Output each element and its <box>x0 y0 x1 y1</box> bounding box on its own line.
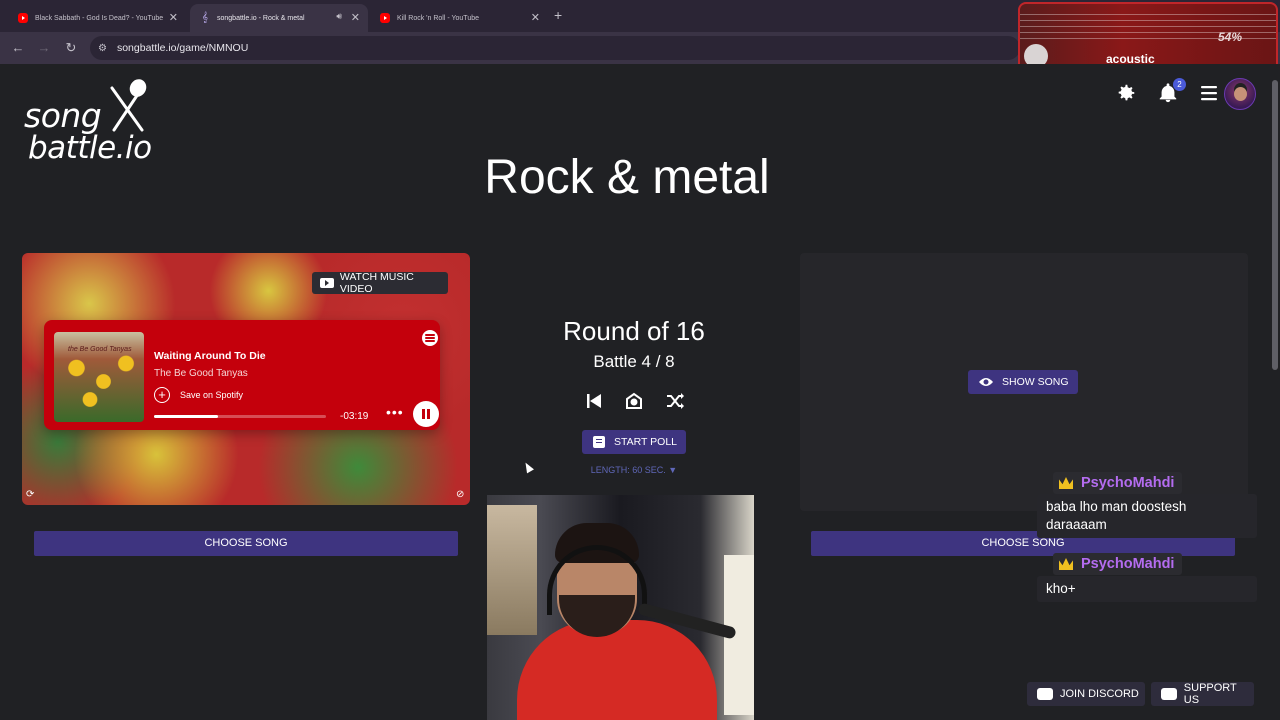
choose-song-left-button[interactable]: CHOOSE SONG <box>34 531 458 556</box>
time-remaining: -03:19 <box>340 411 369 422</box>
close-icon[interactable]: ✕ <box>351 11 360 24</box>
reload-icon[interactable]: ↻ <box>63 40 79 56</box>
songbattle-icon: 𝄞 <box>202 12 208 23</box>
more-options-icon[interactable]: ••• <box>386 404 404 420</box>
stream-overlay: 54% acoustic <box>1018 2 1278 72</box>
url-text: songbattle.io/game/NMNOU <box>116 42 249 54</box>
speaker-icon[interactable]: 🔊︎ <box>336 11 342 22</box>
chat-username: PsychoMahdi <box>1053 553 1183 575</box>
show-song-label: SHOW SONG <box>1002 376 1069 388</box>
track-title[interactable]: Waiting Around To Die <box>154 350 266 362</box>
crown-icon <box>1059 558 1073 570</box>
poll-label: START POLL <box>614 436 678 448</box>
support-us-button[interactable]: SUPPORT US <box>1151 682 1254 706</box>
show-song-button[interactable]: SHOW SONG <box>968 370 1078 394</box>
overlay-percent: 54% <box>1217 30 1242 44</box>
tab-title: Black Sabbath - God Is Dead? - YouTube <box>35 14 164 22</box>
menu-icon[interactable] <box>1200 85 1218 101</box>
page-title: Rock & metal <box>484 151 770 204</box>
url-field[interactable]: ⚙ songbattle.io/game/NMNOU <box>90 36 1020 60</box>
youtube-icon <box>380 13 390 23</box>
length-select[interactable]: LENGTH: 60 SEC. ▼ <box>560 465 708 475</box>
watch-music-video-button[interactable]: WATCH MUSIC VIDEO <box>312 271 448 295</box>
chat-username-text: PsychoMahdi <box>1081 556 1175 572</box>
support-label: SUPPORT US <box>1183 682 1237 706</box>
cover-text: the Be Good Tanyas <box>68 346 132 353</box>
eye-icon <box>979 378 993 386</box>
battle-label: Battle 4 / 8 <box>593 352 675 371</box>
support-icon <box>1161 688 1177 700</box>
start-poll-button[interactable]: START POLL <box>582 430 686 454</box>
tab-kill-rock-n-roll[interactable]: Kill Rock 'n Roll - YouTube ✕ <box>370 4 548 32</box>
chat-username: PsychoMahdi <box>1053 472 1183 494</box>
shuffle-icon[interactable] <box>665 391 685 411</box>
tab-black-sabbath[interactable]: Black Sabbath - God Is Dead? - YouTube ✕ <box>8 4 186 32</box>
refresh-icon[interactable]: ⟳ <box>26 489 34 500</box>
pause-button[interactable] <box>413 401 439 427</box>
close-icon[interactable]: ✕ <box>169 11 178 24</box>
close-icon[interactable]: ✕ <box>531 11 540 24</box>
join-discord-button[interactable]: JOIN DISCORD <box>1027 682 1145 706</box>
save-label: Save on Spotify <box>180 390 244 400</box>
poster <box>487 505 537 635</box>
track-artist[interactable]: The Be Good Tanyas <box>154 368 248 379</box>
discord-label: JOIN DISCORD <box>1060 688 1139 700</box>
progress-bar[interactable] <box>154 415 326 418</box>
chat-message: kho+ <box>1037 576 1257 602</box>
new-tab-icon[interactable]: + <box>554 7 562 23</box>
spotify-player: the Be Good Tanyas Waiting Around To Die… <box>44 320 440 430</box>
discord-icon <box>1037 688 1053 700</box>
scrollbar-thumb[interactable] <box>1272 80 1278 370</box>
previous-icon[interactable] <box>584 391 604 411</box>
tab-title: Kill Rock 'n Roll - YouTube <box>397 14 480 22</box>
crown-icon <box>1059 477 1073 489</box>
album-cover: the Be Good Tanyas <box>54 332 144 422</box>
microphone-icon <box>110 79 147 132</box>
back-icon[interactable]: ← <box>10 40 26 55</box>
webcam-feed <box>487 495 754 720</box>
site-settings-icon[interactable]: ⚙ <box>98 43 107 54</box>
chat-username-text: PsychoMahdi <box>1081 475 1175 491</box>
hide-icon[interactable]: ⊘ <box>456 489 464 500</box>
poll-icon <box>593 436 605 448</box>
forward-icon[interactable]: → <box>36 40 52 55</box>
notification-badge: 2 <box>1173 78 1186 91</box>
avatar[interactable] <box>1224 78 1256 110</box>
tab-title: songbattle.io - Rock & metal <box>217 14 305 22</box>
watch-label: WATCH MUSIC VIDEO <box>339 271 414 295</box>
gear-icon[interactable] <box>1115 82 1137 104</box>
spotify-icon[interactable] <box>422 330 438 346</box>
tab-songbattle[interactable]: 𝄞 songbattle.io - Rock & metal 🔊︎ ✕ <box>190 4 368 32</box>
progress-fill <box>154 415 218 418</box>
youtube-icon <box>320 278 334 288</box>
coin-icon[interactable] <box>624 391 644 411</box>
chat-message: baba lho man doostesh daraaaam <box>1037 494 1257 538</box>
save-on-spotify-button[interactable]: + Save on Spotify <box>154 387 243 403</box>
plus-icon: + <box>154 387 170 403</box>
streamer-body <box>517 620 717 720</box>
round-label: Round of 16 <box>563 316 705 346</box>
youtube-icon <box>18 13 28 23</box>
